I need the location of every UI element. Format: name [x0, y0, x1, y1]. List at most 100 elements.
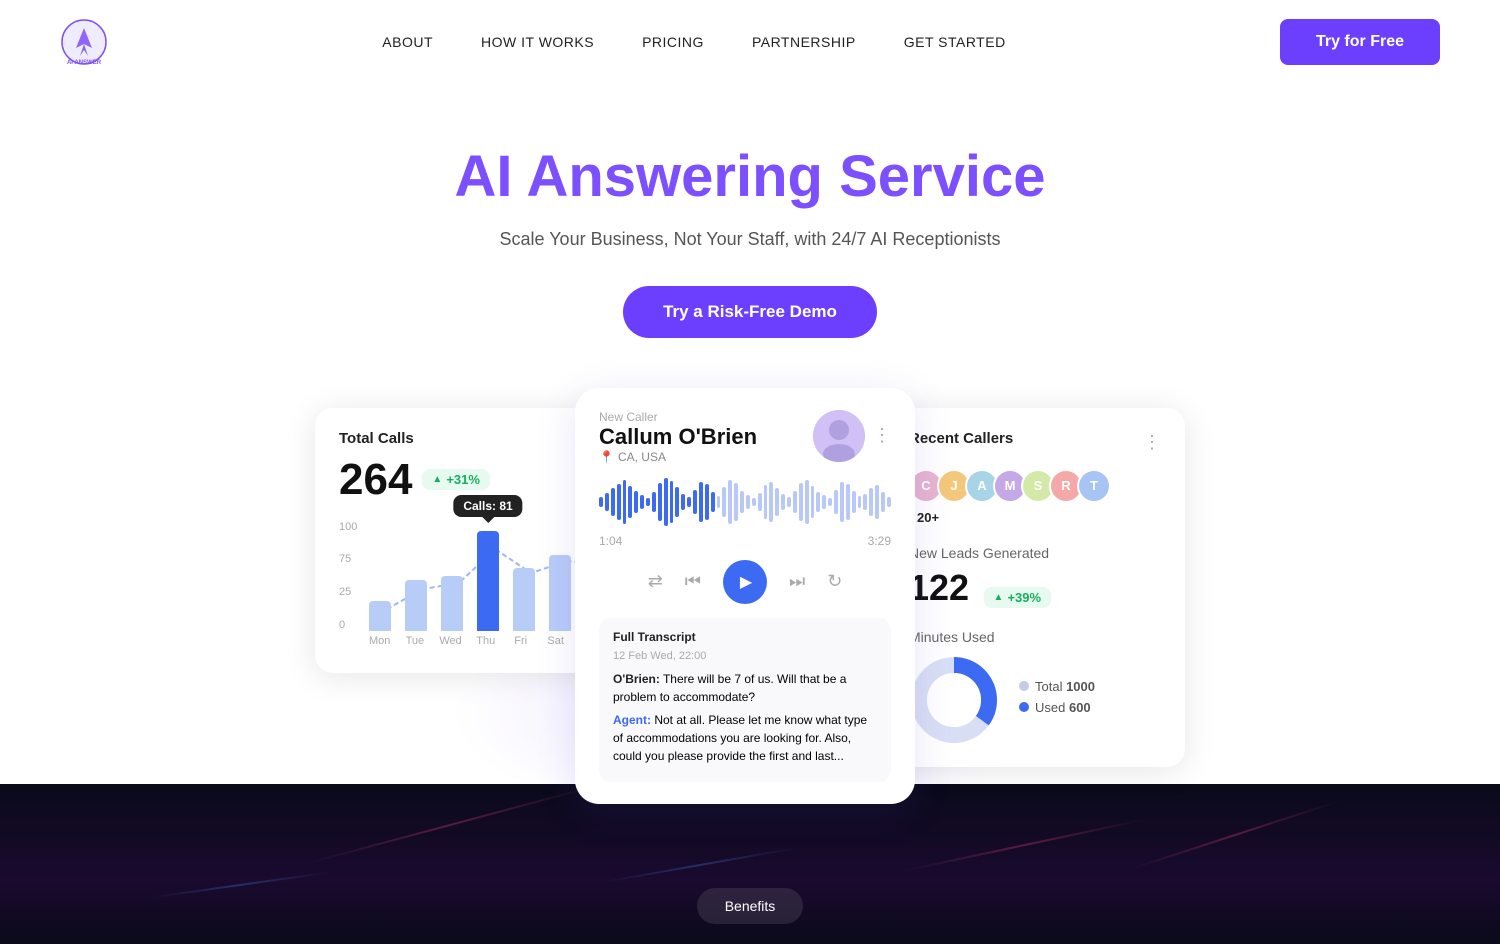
donut-legend: Total 1000 Used 600 [1019, 679, 1095, 721]
wave-bar-6 [634, 491, 638, 513]
wave-bar-11 [664, 478, 668, 526]
wave-bar-3 [617, 484, 621, 520]
nav-right: Try for Free [1280, 19, 1440, 65]
caller-name: Callum O'Brien [599, 424, 757, 450]
wave-bar-4 [623, 480, 627, 524]
hero-subtitle: Scale Your Business, Not Your Staff, wit… [20, 229, 1480, 250]
caller-label: New Caller [599, 410, 757, 424]
total-calls-title: Total Calls [339, 430, 601, 447]
nav-links: ABOUT HOW IT WORKS PRICING PARTNERSHIP G… [108, 34, 1280, 50]
total-calls-badge: +31% [422, 469, 490, 490]
leads-label: New Leads Generated [909, 545, 1161, 561]
logo-icon: AI ANSWER [60, 18, 108, 66]
leads-section: New Leads Generated 122 +39% [909, 545, 1161, 609]
mid-card-menu[interactable]: ⋮ [873, 425, 891, 446]
chart-tooltip: Calls: 81 [453, 495, 522, 517]
wave-bar-40 [834, 490, 838, 514]
nav-partnership[interactable]: PARTNERSHIP [752, 34, 856, 50]
demo-button[interactable]: Try a Risk-Free Demo [623, 286, 877, 338]
wave-bar-36 [811, 486, 815, 518]
waveform [599, 478, 891, 526]
legend-total: Total 1000 [1019, 679, 1095, 694]
transcript-line-agent: Agent: Not at all. Please let me know wh… [613, 711, 877, 765]
wave-bar-47 [875, 485, 879, 519]
bar-mon[interactable] [369, 601, 391, 630]
wave-bar-26 [752, 498, 756, 506]
play-button[interactable] [723, 560, 767, 604]
transcript-box: Full Transcript 12 Feb Wed, 22:00 O'Brie… [599, 618, 891, 782]
wave-bar-10 [658, 483, 662, 521]
transcript-title: Full Transcript [613, 630, 877, 644]
wave-bar-25 [746, 495, 750, 509]
benefits-button[interactable]: Benefits [697, 888, 804, 924]
nav-pricing[interactable]: PRICING [642, 34, 704, 50]
next-button[interactable]: ⏭ [789, 571, 805, 592]
repeat-button[interactable]: ↻ [827, 571, 842, 592]
nav-about[interactable]: ABOUT [382, 34, 433, 50]
benefits-wrap: Benefits [697, 888, 804, 924]
wave-bar-16 [693, 490, 697, 514]
hero-title: AI Answering Service [20, 144, 1480, 211]
wave-bar-2 [611, 488, 615, 516]
logo: AI ANSWER [60, 18, 108, 66]
recent-callers-title: Recent Callers [909, 430, 1013, 447]
bar-thu[interactable]: Calls: 81 [477, 531, 499, 631]
wave-bar-24 [740, 491, 744, 513]
recent-callers-card: Recent Callers ⋮ CJAMSRT 20+ New Leads G… [885, 408, 1185, 767]
wave-bar-33 [793, 491, 797, 513]
legend-used: Used 600 [1019, 700, 1095, 715]
caller-location: 📍 CA, USA [599, 450, 757, 464]
donut-row: Total 1000 Used 600 [909, 655, 1161, 745]
bar-wed[interactable] [441, 576, 463, 631]
wave-bar-45 [863, 494, 867, 510]
recent-header: Recent Callers ⋮ [909, 430, 1161, 455]
audio-controls: ⇄ ⏮ ⏭ ↻ [599, 560, 891, 604]
bottom-section: Benefits [0, 784, 1500, 944]
wave-bar-21 [722, 487, 726, 517]
wave-bar-15 [687, 497, 691, 507]
avatar-row: CJAMSRT [909, 469, 1161, 503]
time-end: 3:29 [868, 534, 891, 548]
wave-bar-17 [699, 482, 703, 522]
wave-bar-1 [605, 493, 609, 511]
total-calls-number: 264 [339, 455, 412, 505]
avatar-image [813, 410, 865, 462]
wave-bar-18 [705, 484, 709, 520]
leads-number: 122 [909, 567, 969, 608]
wave-bar-31 [781, 494, 785, 510]
prev-button[interactable]: ⏮ [685, 571, 701, 592]
dashboard-cards: Total Calls ⋮ 264 +31% 0 25 75 100 [0, 388, 1500, 804]
chart-bars: Calls: 81 [339, 521, 607, 631]
transcript-date: 12 Feb Wed, 22:00 [613, 650, 877, 662]
wave-bar-30 [775, 488, 779, 516]
wave-bar-8 [646, 498, 650, 506]
wave-bar-7 [640, 495, 644, 509]
share-button[interactable]: ⇄ [648, 571, 663, 592]
time-row: 1:04 3:29 [599, 534, 891, 548]
chart-area: 0 25 75 100 Calls: 81 MonTueWedThuFriSa [339, 521, 601, 651]
wave-bar-22 [728, 480, 732, 524]
wave-bar-49 [887, 497, 891, 507]
nav-get-started[interactable]: GET STARTED [904, 34, 1006, 50]
wave-bar-19 [711, 492, 715, 512]
try-for-free-button[interactable]: Try for Free [1280, 19, 1440, 65]
bar-fri[interactable] [513, 568, 535, 631]
time-start: 1:04 [599, 534, 622, 548]
minutes-label: Minutes Used [909, 629, 1161, 645]
wave-bar-23 [734, 483, 738, 521]
hero-section: AI Answering Service Scale Your Business… [0, 84, 1500, 388]
right-card-menu[interactable]: ⋮ [1143, 432, 1161, 453]
wave-bar-48 [881, 492, 885, 512]
wave-bar-29 [769, 482, 773, 522]
wave-bar-35 [805, 480, 809, 524]
bar-sat[interactable] [549, 555, 571, 631]
x-axis-labels: MonTueWedThuFriSatSun [339, 635, 601, 647]
wave-bar-13 [675, 487, 679, 517]
nav-how-it-works[interactable]: HOW IT WORKS [481, 34, 594, 50]
wave-bar-44 [858, 496, 862, 508]
bar-tue[interactable] [405, 580, 427, 631]
wave-bar-5 [628, 486, 632, 518]
wave-bar-39 [828, 498, 832, 506]
donut-chart [909, 655, 999, 745]
wave-bar-0 [599, 497, 603, 507]
